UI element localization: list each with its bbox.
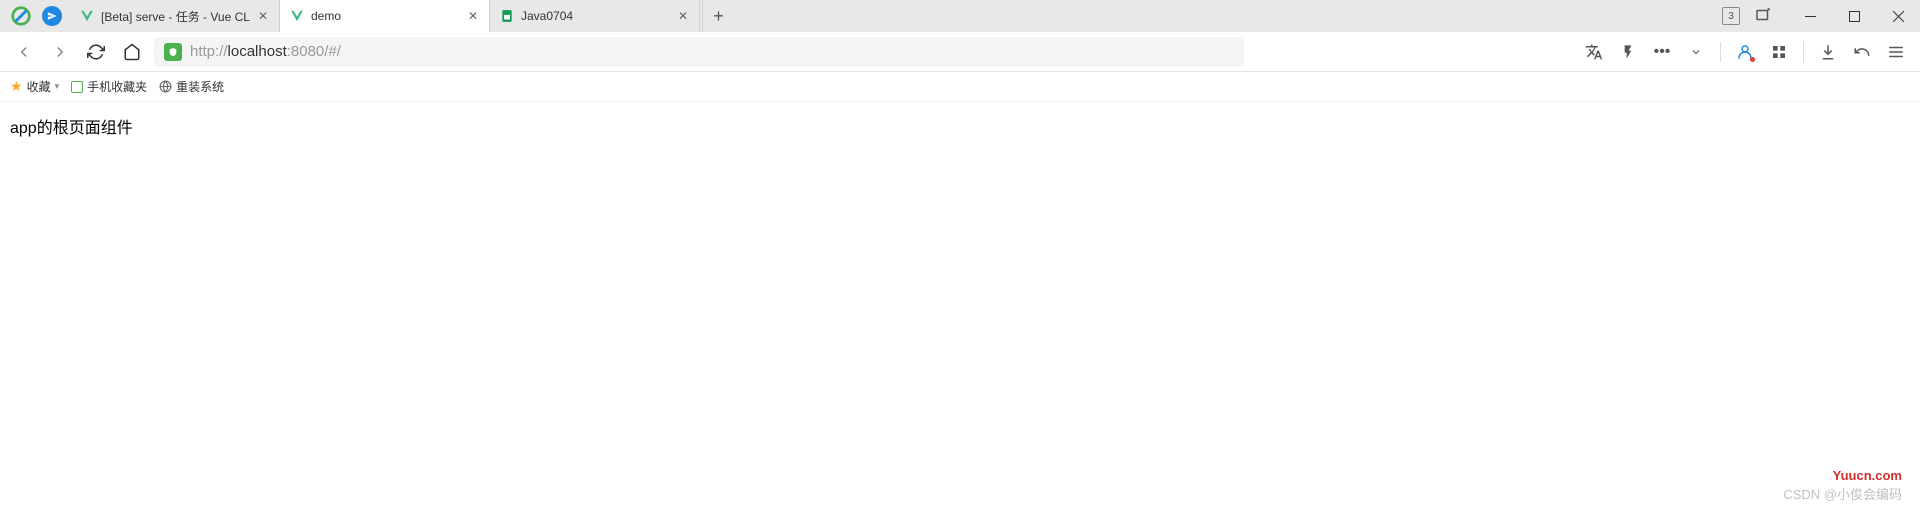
url-text: http://localhost:8080/#/ bbox=[190, 43, 341, 60]
globe-icon bbox=[159, 80, 172, 93]
close-icon[interactable]: ✕ bbox=[677, 10, 689, 22]
tab-vue-cli[interactable]: [Beta] serve - 任务 - Vue CL ✕ bbox=[70, 0, 280, 32]
tab-title: [Beta] serve - 任务 - Vue CL bbox=[101, 8, 250, 25]
vue-icon bbox=[290, 9, 304, 23]
chevron-down-icon[interactable] bbox=[1682, 38, 1710, 66]
toolbar-right: ••• bbox=[1580, 38, 1910, 66]
translate-icon[interactable] bbox=[1580, 38, 1608, 66]
page-content: app的根页面组件 bbox=[0, 102, 1920, 150]
apps-grid-icon[interactable] bbox=[1765, 38, 1793, 66]
vue-icon bbox=[80, 9, 94, 23]
close-button[interactable] bbox=[1876, 0, 1920, 32]
reinstall-label: 重装系统 bbox=[176, 78, 224, 95]
star-icon: ★ bbox=[10, 78, 23, 95]
sheets-icon bbox=[500, 9, 514, 23]
separator bbox=[1720, 42, 1721, 62]
back-button[interactable] bbox=[10, 38, 38, 66]
maximize-button[interactable] bbox=[1832, 0, 1876, 32]
favorites-label: 收藏 bbox=[27, 78, 51, 95]
watermark-red: Yuucn.com bbox=[1833, 468, 1902, 483]
forward-button[interactable] bbox=[46, 38, 74, 66]
address-bar[interactable]: http://localhost:8080/#/ bbox=[154, 37, 1244, 67]
bookmarks-bar: ★ 收藏 ▾ 手机收藏夹 重装系统 bbox=[0, 72, 1920, 102]
close-icon[interactable]: ✕ bbox=[467, 10, 479, 22]
favorites-button[interactable]: ★ 收藏 ▾ bbox=[10, 78, 59, 95]
minimize-button[interactable] bbox=[1788, 0, 1832, 32]
new-window-icon[interactable] bbox=[1754, 6, 1774, 26]
menu-icon[interactable] bbox=[1882, 38, 1910, 66]
home-button[interactable] bbox=[118, 38, 146, 66]
browser-brand-icons bbox=[0, 5, 62, 27]
separator bbox=[1803, 42, 1804, 62]
window-controls: 3 bbox=[1722, 0, 1920, 32]
chevron-down-icon: ▾ bbox=[55, 81, 60, 92]
profile-icon[interactable] bbox=[1731, 38, 1759, 66]
more-icon[interactable]: ••• bbox=[1648, 38, 1676, 66]
titlebar: [Beta] serve - 任务 - Vue CL ✕ demo ✕ Java… bbox=[0, 0, 1920, 32]
tab-java0704[interactable]: Java0704 ✕ bbox=[490, 0, 700, 32]
tab-strip: [Beta] serve - 任务 - Vue CL ✕ demo ✕ Java… bbox=[70, 0, 1722, 32]
tab-title: demo bbox=[311, 9, 460, 23]
send-icon[interactable] bbox=[42, 6, 62, 26]
close-icon[interactable]: ✕ bbox=[257, 10, 269, 22]
flash-icon[interactable] bbox=[1614, 38, 1642, 66]
watermark-grey: CSDN @小俊会编码 bbox=[1783, 484, 1902, 503]
session-count-badge[interactable]: 3 bbox=[1722, 7, 1740, 25]
tab-title: Java0704 bbox=[521, 9, 670, 23]
security-shield-icon[interactable] bbox=[164, 43, 182, 61]
mobile-icon bbox=[71, 81, 83, 93]
reinstall-bookmark[interactable]: 重装系统 bbox=[159, 78, 224, 95]
undo-icon[interactable] bbox=[1848, 38, 1876, 66]
new-tab-button[interactable]: + bbox=[702, 0, 734, 32]
reload-button[interactable] bbox=[82, 38, 110, 66]
mobile-bookmarks-button[interactable]: 手机收藏夹 bbox=[71, 78, 147, 95]
browser-logo-icon bbox=[10, 5, 32, 27]
download-icon[interactable] bbox=[1814, 38, 1842, 66]
mobile-label: 手机收藏夹 bbox=[87, 78, 147, 95]
tab-demo[interactable]: demo ✕ bbox=[280, 0, 490, 32]
navigation-bar: http://localhost:8080/#/ ••• bbox=[0, 32, 1920, 72]
page-text: app的根页面组件 bbox=[10, 120, 133, 137]
